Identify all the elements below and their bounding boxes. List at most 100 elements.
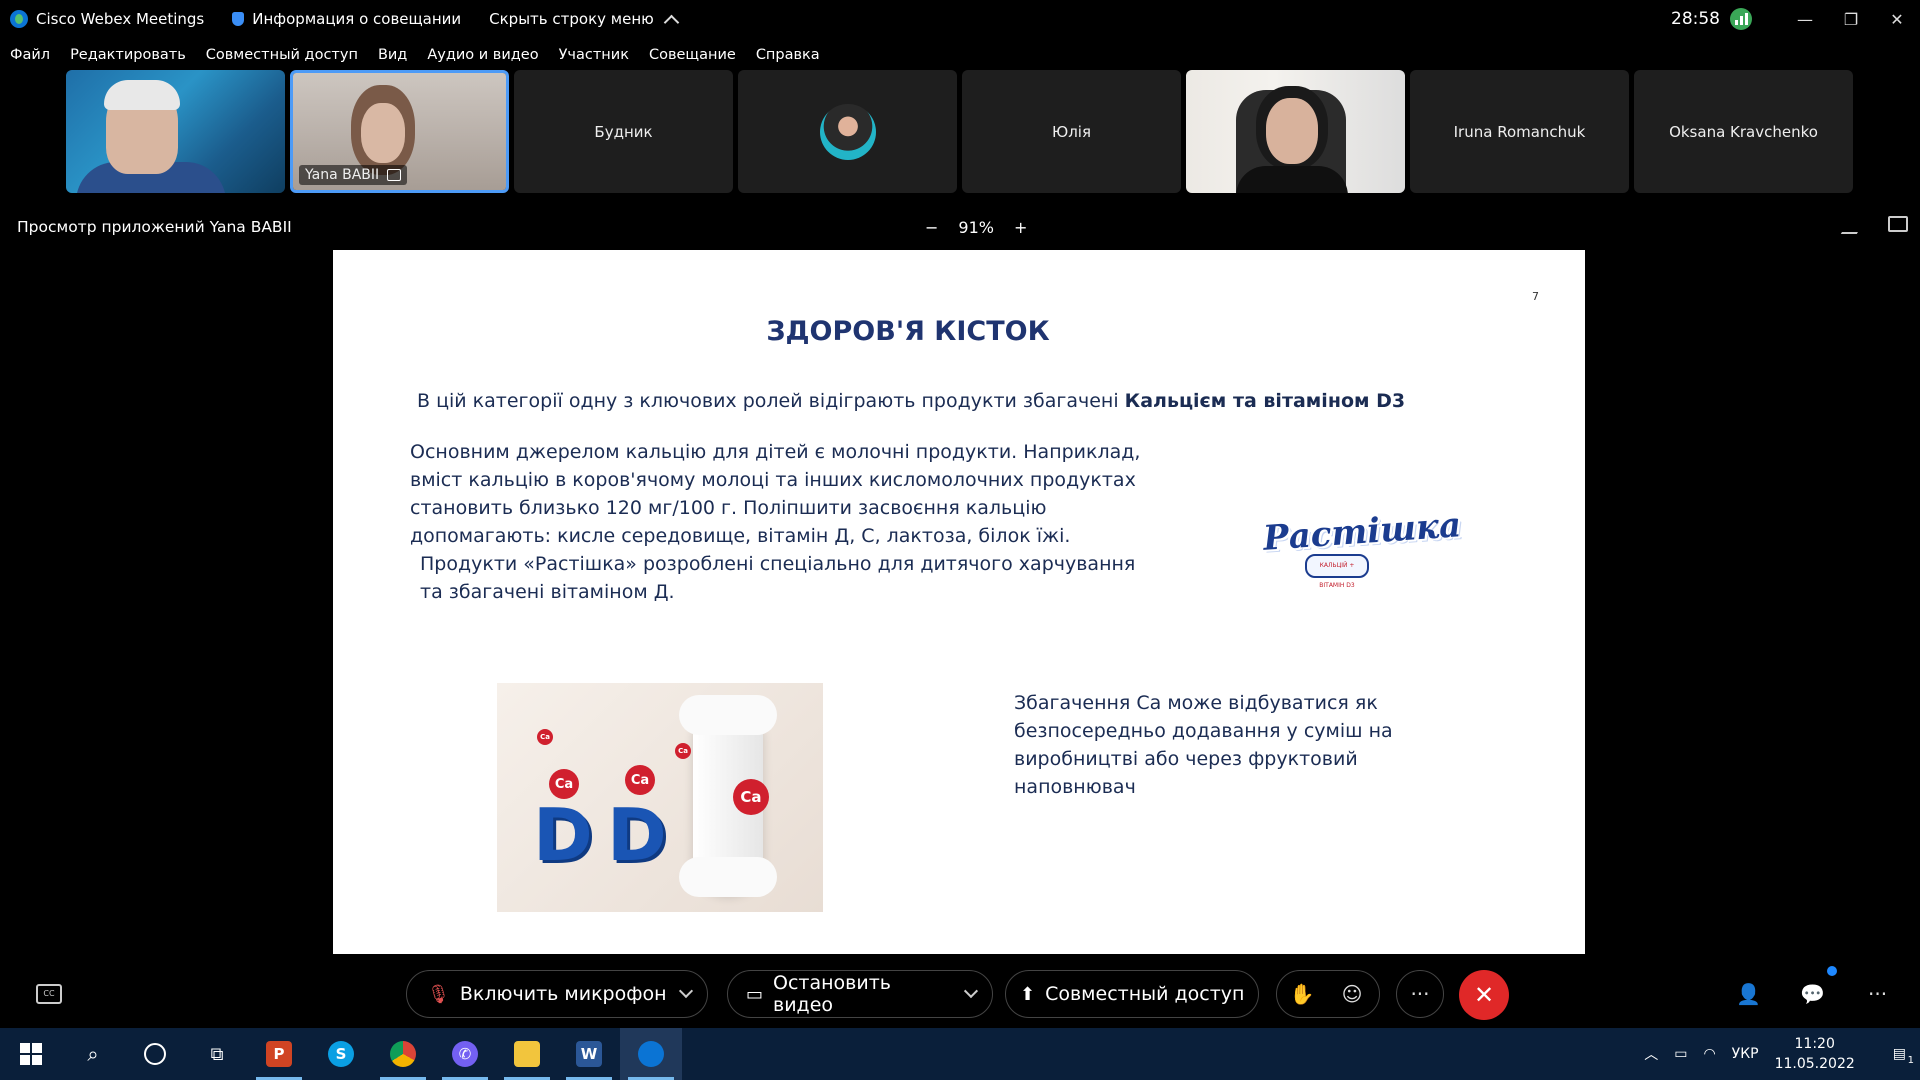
avatar	[819, 103, 876, 160]
participant-tile-5[interactable]: Юлія	[962, 70, 1181, 193]
hide-menu-button[interactable]: Скрыть строку меню	[489, 10, 680, 30]
enrichment-text: Збагачення Са може відбуватися як безпос…	[1014, 692, 1393, 798]
chevron-up-icon[interactable]: ︿	[1644, 1044, 1658, 1064]
participant-tile-6[interactable]	[1186, 70, 1405, 193]
shared-slide: 7 ЗДОРОВ'Я КІСТОК В цій категорії одну з…	[333, 250, 1585, 954]
meeting-info-button[interactable]: Информация о совещании	[232, 10, 461, 28]
reactions-icon[interactable]: ☺	[1327, 970, 1377, 1018]
slide-paragraph: Основним джерелом кальцію для дітей є мо…	[410, 438, 1150, 606]
task-view-button[interactable]: ⧉	[186, 1028, 248, 1080]
taskbar-skype[interactable]: S	[310, 1028, 372, 1080]
chevron-down-icon[interactable]	[964, 984, 979, 998]
cortana-button[interactable]	[124, 1028, 186, 1080]
menu-share[interactable]: Совместный доступ	[206, 47, 358, 63]
sharing-icon	[387, 169, 402, 181]
participant-tile-2[interactable]: Yana BABII	[290, 70, 509, 193]
webex-logo-icon	[10, 10, 28, 28]
menu-file[interactable]: Файл	[10, 47, 50, 63]
participant-name: Yana BABII	[305, 167, 380, 183]
word-icon: W	[576, 1041, 602, 1067]
hide-menu-label: Скрыть строку меню	[489, 10, 654, 28]
participants-icon[interactable]: 👤	[1736, 982, 1761, 1006]
taskbar-chrome[interactable]	[372, 1028, 434, 1080]
start-button[interactable]	[0, 1028, 62, 1080]
notifications-icon[interactable]: ▤ 1	[1893, 1046, 1914, 1066]
brand-logo: Растішка КАЛЬЦІЙ + ВІТАМІН D3	[1262, 504, 1463, 589]
share-label: Совместный доступ	[1045, 983, 1245, 1005]
slide-paragraph-1: Основним джерелом кальцію для дітей є мо…	[410, 441, 1141, 547]
participant-tile-7[interactable]: Iruna Romanchuk	[1410, 70, 1629, 193]
view-options-icon[interactable]	[1888, 216, 1908, 232]
menu-view[interactable]: Вид	[378, 47, 407, 63]
stop-video-button[interactable]: ▭ Остановить видео	[727, 970, 993, 1018]
ca-bubble: Ca	[675, 743, 691, 759]
share-view-bar: Просмотр приложений Yana BABII − 91% +	[0, 212, 1920, 242]
share-view-title: Просмотр приложений Yana BABII	[17, 218, 292, 236]
participant-tile-4[interactable]	[738, 70, 957, 193]
participant-tile-3[interactable]: Будник	[514, 70, 733, 193]
menu-bar: Файл Редактировать Совместный доступ Вид…	[0, 44, 830, 66]
menu-audio-video[interactable]: Аудио и видео	[427, 47, 538, 63]
menu-meeting[interactable]: Совещание	[649, 47, 736, 63]
system-tray: ︿ ▭ ◠ УКР 11:20 11.05.2022 ▤ 1	[1628, 1028, 1920, 1080]
taskbar-viber[interactable]: ✆	[434, 1028, 496, 1080]
participant-name: Iruna Romanchuk	[1453, 122, 1586, 141]
cortana-icon	[144, 1043, 166, 1065]
unmute-button[interactable]: 🎙 Включить микрофон	[406, 970, 708, 1018]
mic-off-icon: 🎙	[427, 983, 450, 1005]
more-panels-icon[interactable]: ···	[1868, 982, 1887, 1006]
ca-bubble: Ca	[549, 769, 579, 799]
participant-name-label: Yana BABII	[299, 165, 408, 185]
menu-participant[interactable]: Участник	[559, 47, 629, 63]
search-icon: ⌕	[87, 1042, 99, 1066]
language-indicator[interactable]: УКР	[1732, 1046, 1759, 1062]
zoom-out-button[interactable]: −	[925, 218, 938, 237]
network-health-icon[interactable]	[1730, 8, 1752, 30]
raise-hand-icon[interactable]: ✋	[1277, 970, 1327, 1018]
wifi-icon[interactable]: ◠	[1703, 1046, 1715, 1062]
participant-name: Юлія	[1052, 122, 1091, 141]
participant-tile-1[interactable]	[66, 70, 285, 193]
meeting-controls: CC 🎙 Включить микрофон ▭ Остановить виде…	[0, 956, 1920, 1028]
calcium-illustration: D D Ca Ca Ca Ca Ca	[497, 683, 823, 912]
taskbar-explorer[interactable]	[496, 1028, 558, 1080]
app-title: Cisco Webex Meetings	[10, 10, 204, 28]
share-button[interactable]: ⬆ Совместный доступ	[1005, 970, 1259, 1018]
chevron-down-icon[interactable]	[678, 983, 693, 999]
zoom-in-button[interactable]: +	[1014, 218, 1027, 237]
participant-name: Будник	[594, 122, 653, 141]
taskbar-powerpoint[interactable]: P	[248, 1028, 310, 1080]
slide-intro-text: В цій категорії одну з ключових ролей ві…	[417, 390, 1125, 412]
menu-help[interactable]: Справка	[756, 47, 820, 63]
restore-icon[interactable]: ❐	[1828, 0, 1874, 38]
clock-time: 11:20	[1794, 1036, 1835, 1052]
webex-icon	[638, 1041, 664, 1067]
app-title-text: Cisco Webex Meetings	[36, 10, 205, 28]
minimize-icon[interactable]: —	[1782, 0, 1828, 38]
menu-edit[interactable]: Редактировать	[70, 47, 186, 63]
viber-icon: ✆	[452, 1041, 478, 1067]
end-meeting-icon[interactable]: ✕	[1459, 970, 1509, 1020]
slide-paragraph-2: Продукти «Растішка» розроблені спеціальн…	[420, 553, 1136, 603]
vitamin-d-letter: D	[533, 793, 593, 877]
share-icon: ⬆	[1020, 983, 1036, 1005]
battery-icon[interactable]: ▭	[1674, 1046, 1687, 1062]
vitamin-d-letter: D	[607, 793, 667, 877]
stop-video-label: Остановить видео	[773, 972, 891, 1016]
chat-notification-dot	[1827, 966, 1837, 976]
meeting-timer: 28:58	[1671, 9, 1720, 29]
taskbar-word[interactable]: W	[558, 1028, 620, 1080]
annotate-icon[interactable]	[1840, 216, 1868, 234]
chevron-up-icon	[663, 14, 680, 30]
search-button[interactable]: ⌕	[62, 1028, 124, 1080]
unmute-label: Включить микрофон	[459, 983, 667, 1005]
participant-tile-8[interactable]: Oksana Kravchenko	[1634, 70, 1853, 193]
close-icon[interactable]: ✕	[1874, 0, 1920, 38]
ca-bubble: Ca	[537, 729, 553, 745]
clock[interactable]: 11:20 11.05.2022	[1775, 1034, 1855, 1074]
taskbar-webex[interactable]	[620, 1028, 682, 1080]
shield-icon	[232, 12, 245, 26]
chat-icon[interactable]: 💬	[1800, 982, 1825, 1006]
more-options-icon[interactable]: ···	[1396, 970, 1444, 1018]
captions-icon[interactable]: CC	[36, 984, 62, 1004]
